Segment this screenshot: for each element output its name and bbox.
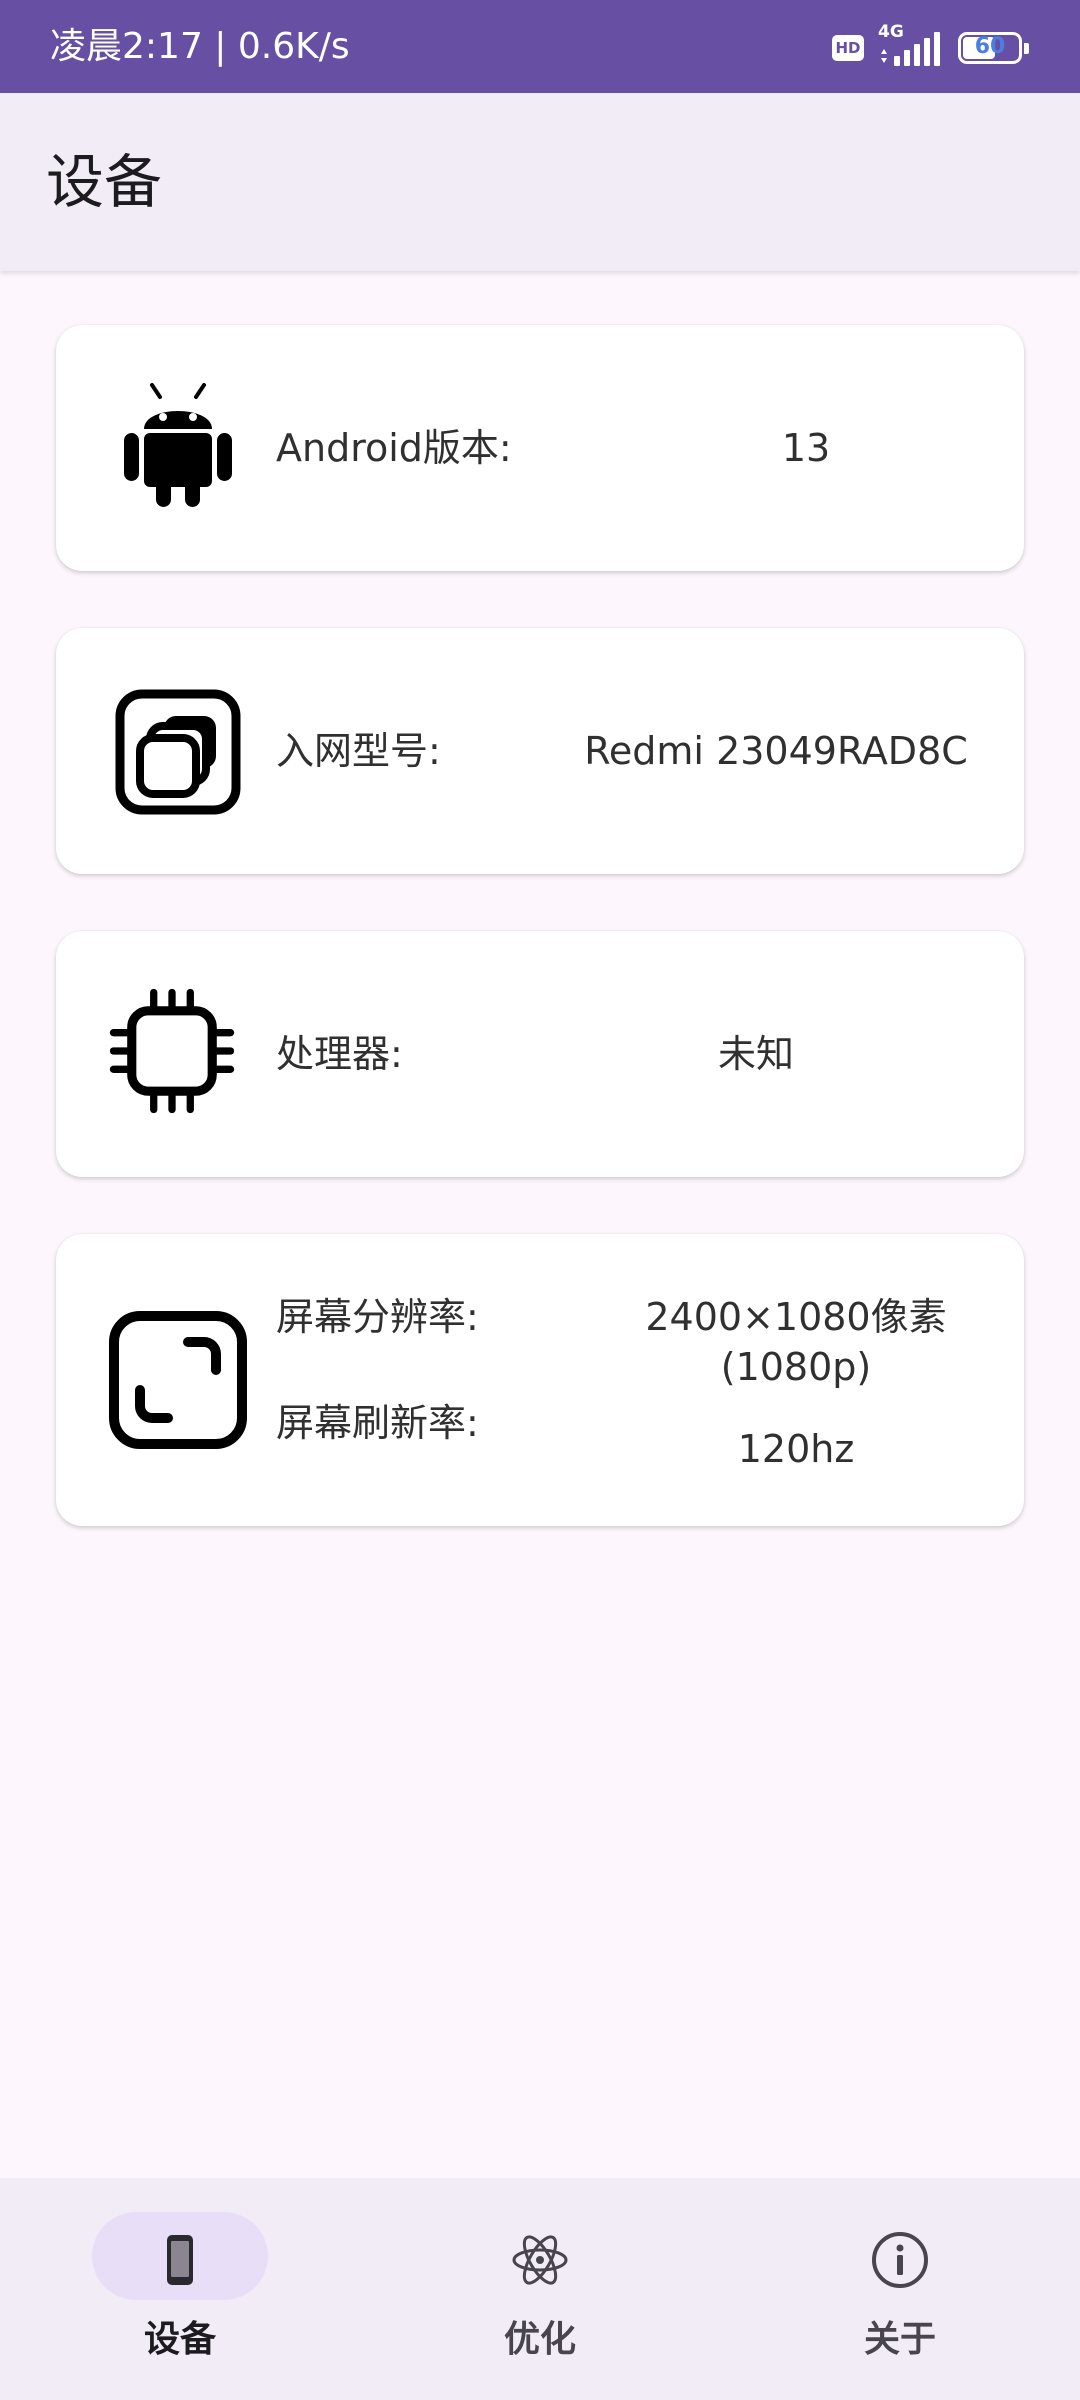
- bottom-navigation: 设备 优化 关于: [0, 2178, 1080, 2400]
- processor-label: 处理器:: [276, 1032, 403, 1076]
- battery-icon: 60: [958, 32, 1029, 64]
- info-icon: [870, 2230, 930, 2290]
- screen-card: 屏幕分辨率: 2400×1080像素 (1080p) 屏幕刷新率: 120hz: [56, 1234, 1024, 1526]
- processor-value: 未知: [717, 1032, 794, 1076]
- status-bar: 凌晨2:17 | 0.6K/s HD 4G 60: [0, 0, 1080, 93]
- signal-icon: 4G: [878, 22, 944, 68]
- processor-card: 处理器: 未知: [56, 931, 1024, 1177]
- status-time-speed: 凌晨2:17 | 0.6K/s: [50, 26, 350, 67]
- hd-icon: HD: [832, 35, 864, 61]
- status-icons: HD 4G 60: [832, 22, 1029, 68]
- android-version-label: Android版本:: [276, 426, 512, 470]
- resolution-value-detail: (1080p): [720, 1345, 872, 1389]
- nav-label-device: 设备: [143, 2319, 216, 2360]
- nav-item-device[interactable]: 设备: [0, 2178, 360, 2400]
- atom-icon: [510, 2230, 570, 2290]
- nav-label-optimize: 优化: [503, 2319, 576, 2360]
- resolution-value: 2400×1080像素: [645, 1295, 947, 1339]
- top-app-bar: 设备: [0, 93, 1080, 271]
- refresh-rate-value: 120hz: [737, 1427, 855, 1471]
- page-title: 设备: [46, 148, 163, 216]
- model-card: 入网型号: Redmi 23049RAD8C: [56, 628, 1024, 874]
- refresh-rate-label: 屏幕刷新率:: [276, 1401, 479, 1445]
- android-version-value: 13: [781, 426, 831, 470]
- battery-tip: [1024, 43, 1029, 54]
- battery-level: 60: [974, 34, 1006, 59]
- network-type-label: 4G: [878, 22, 904, 42]
- android-icon: [114, 383, 242, 511]
- nav-label-about: 关于: [863, 2319, 936, 2360]
- resolution-label: 屏幕分辨率:: [276, 1295, 479, 1339]
- phone-icon: [150, 2230, 210, 2290]
- screen-resize-icon: [108, 1310, 248, 1450]
- model-value: Redmi 23049RAD8C: [584, 729, 968, 773]
- android-version-card: Android版本: 13: [56, 325, 1024, 571]
- device-layers-icon: [114, 688, 242, 816]
- chip-icon: [108, 987, 236, 1115]
- model-label: 入网型号:: [276, 729, 441, 773]
- nav-item-optimize[interactable]: 优化: [360, 2178, 720, 2400]
- nav-item-about[interactable]: 关于: [720, 2178, 1080, 2400]
